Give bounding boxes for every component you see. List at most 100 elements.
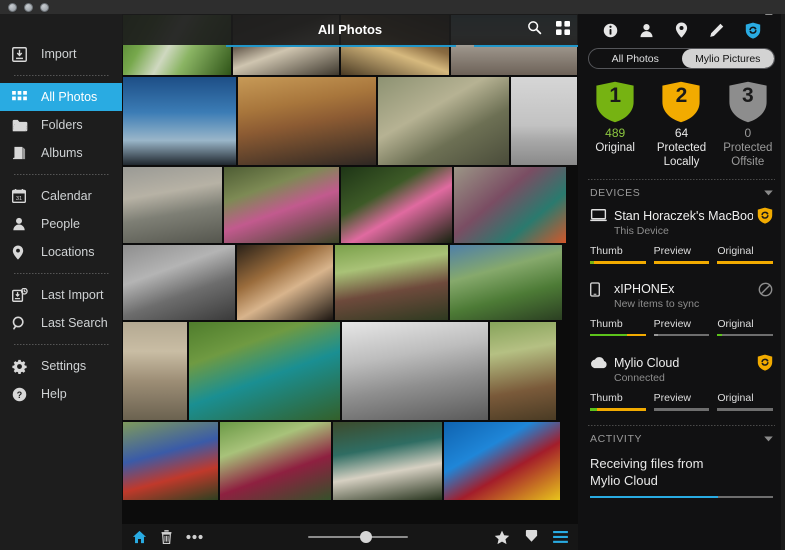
stat-count: 64 [674,126,689,140]
sidebar-item-albums[interactable]: Albums [0,139,122,167]
device-row[interactable]: xIPHONEx New items to sync Thumb Preview Ori… [578,276,785,336]
photo-woman-slide[interactable] [453,166,567,244]
photo-grid-area[interactable]: All Photos [122,14,578,550]
sidebar[interactable]: Import All Photos Folders Albums 31 Calendar P… [0,14,122,550]
photo-bw-child-running[interactable] [510,76,578,166]
bottom-toolbar[interactable] [122,524,578,550]
devices-list[interactable]: Stan Horaczek's MacBook... This Device Thu… [578,201,785,411]
photo-girl-puddle-reflection[interactable] [122,321,188,421]
photo-toddler-in-chair[interactable] [332,421,443,501]
main-header: All Photos [122,14,578,45]
chevron-down-icon[interactable] [764,436,773,442]
photo-girl-on-swing[interactable] [223,166,340,244]
sidebar-item-help[interactable]: ? Help [0,380,122,408]
stat-label: Protected Locally [656,142,707,168]
stat-protected-locally[interactable]: 2 64 Protected Locally [648,81,714,169]
photo-mom-two-kids[interactable] [334,244,449,321]
sidebar-item-calendar[interactable]: 31 Calendar [0,182,122,210]
stat-count: 0 [744,126,752,140]
photo-boy-on-blue-slide[interactable] [443,421,561,501]
photo-boy-lying-grass[interactable] [188,321,341,421]
right-panel-toolbar[interactable] [578,14,785,44]
title-bar [0,0,785,14]
zoom-slider[interactable] [308,530,408,544]
sync-bar-preview: Preview [653,392,710,411]
right-panel[interactable]: All Photos Mylio Pictures 1 489 Original 2 6… [578,14,785,550]
star-icon[interactable] [494,530,510,545]
stat-original[interactable]: 1 489 Original [582,81,648,169]
activity-message-line2: Mylio Cloud [590,472,658,488]
sidebar-item-all-photos[interactable]: All Photos [0,83,122,111]
download-icon[interactable] [524,530,539,544]
stat-label: Protected Offsite [723,142,773,168]
photo-grid-row [122,421,578,501]
chevron-down-icon[interactable] [764,190,773,196]
grid-view-icon[interactable] [556,20,570,35]
sidebar-item-settings[interactable]: Settings [0,352,122,380]
blocked-icon[interactable] [758,282,773,297]
minimize-button[interactable] [24,3,33,12]
segment-all-photos[interactable]: All Photos [589,49,682,68]
sync-bar-preview: Preview [653,317,710,336]
photo-bearded-man[interactable] [237,76,377,166]
sync-bar-label: Preview [653,317,692,330]
sidebar-item-import[interactable]: Import [0,40,122,68]
shield-number: 1 [609,84,621,107]
shield-sync-icon[interactable] [745,22,761,39]
photo-boy-superman-shirt[interactable] [449,244,563,321]
activity-section-header[interactable]: ACTIVITY [578,426,785,447]
shield-sync-icon[interactable] [757,354,773,371]
vertical-scrollbar[interactable] [781,14,785,550]
photo-bw-alley-child[interactable] [122,244,236,321]
grid-icon [12,89,32,105]
trash-icon[interactable] [161,530,172,544]
zoom-slider-knob[interactable] [360,531,372,543]
sync-bars: Thumb Preview Original [590,317,774,336]
window-controls[interactable] [8,3,49,12]
device-row[interactable]: Mylio Cloud Connected Thumb Preview Original [578,348,785,411]
activity-message: Receiving files from Mylio Cloud [578,447,785,489]
stat-label: Original [595,142,635,154]
stat-protected-offsite[interactable]: 3 0 Protected Offsite [715,81,781,169]
sidebar-item-label: Albums [41,146,83,160]
devices-section-header[interactable]: DEVICES [578,180,785,201]
photo-blue-sky-dusk[interactable] [122,76,237,166]
segment-mylio-pictures[interactable]: Mylio Pictures [681,49,774,68]
photo-grid[interactable] [122,14,578,501]
shield-sync-icon[interactable] [757,207,773,224]
list-menu-icon[interactable] [553,531,568,543]
photo-dad-and-kids[interactable] [236,244,334,321]
photo-bw-girl-eating[interactable] [341,321,489,421]
location-pin-icon[interactable] [675,22,688,38]
photo-family-playground[interactable] [122,166,223,244]
activity-section-title: ACTIVITY [590,432,643,445]
sync-bar-label: Original [717,317,754,330]
search-icon [12,315,32,331]
photo-girl-running-party[interactable] [219,421,332,501]
pencil-icon[interactable] [709,23,724,38]
sidebar-item-locations[interactable]: Locations [0,238,122,266]
device-row[interactable]: Stan Horaczek's MacBook... This Device Thu… [578,201,785,264]
close-button[interactable] [8,3,17,12]
sidebar-item-label: Help [41,387,67,401]
sidebar-item-label: Import [41,47,77,61]
sync-bar-original: Original [717,392,774,411]
source-segmented-control[interactable]: All Photos Mylio Pictures [588,48,775,69]
photo-two-kids-flowers[interactable] [122,421,219,501]
person-icon[interactable] [639,23,654,38]
sidebar-item-last-import[interactable]: Last Import [0,281,122,309]
info-icon[interactable] [603,23,618,38]
more-icon[interactable] [186,534,203,540]
photo-girl-in-bush[interactable] [340,166,453,244]
zoom-button[interactable] [40,3,49,12]
photo-kids-outdoors[interactable] [377,76,510,166]
page-title: All Photos [317,22,383,37]
home-icon[interactable] [132,530,147,544]
photo-girl-on-stump[interactable] [489,321,557,421]
sidebar-item-people[interactable]: People [0,210,122,238]
person-icon [12,216,32,232]
sidebar-item-last-search[interactable]: Last Search [0,309,122,337]
search-icon[interactable] [527,20,542,35]
sidebar-item-folders[interactable]: Folders [0,111,122,139]
expand-icon[interactable] [765,14,777,15]
